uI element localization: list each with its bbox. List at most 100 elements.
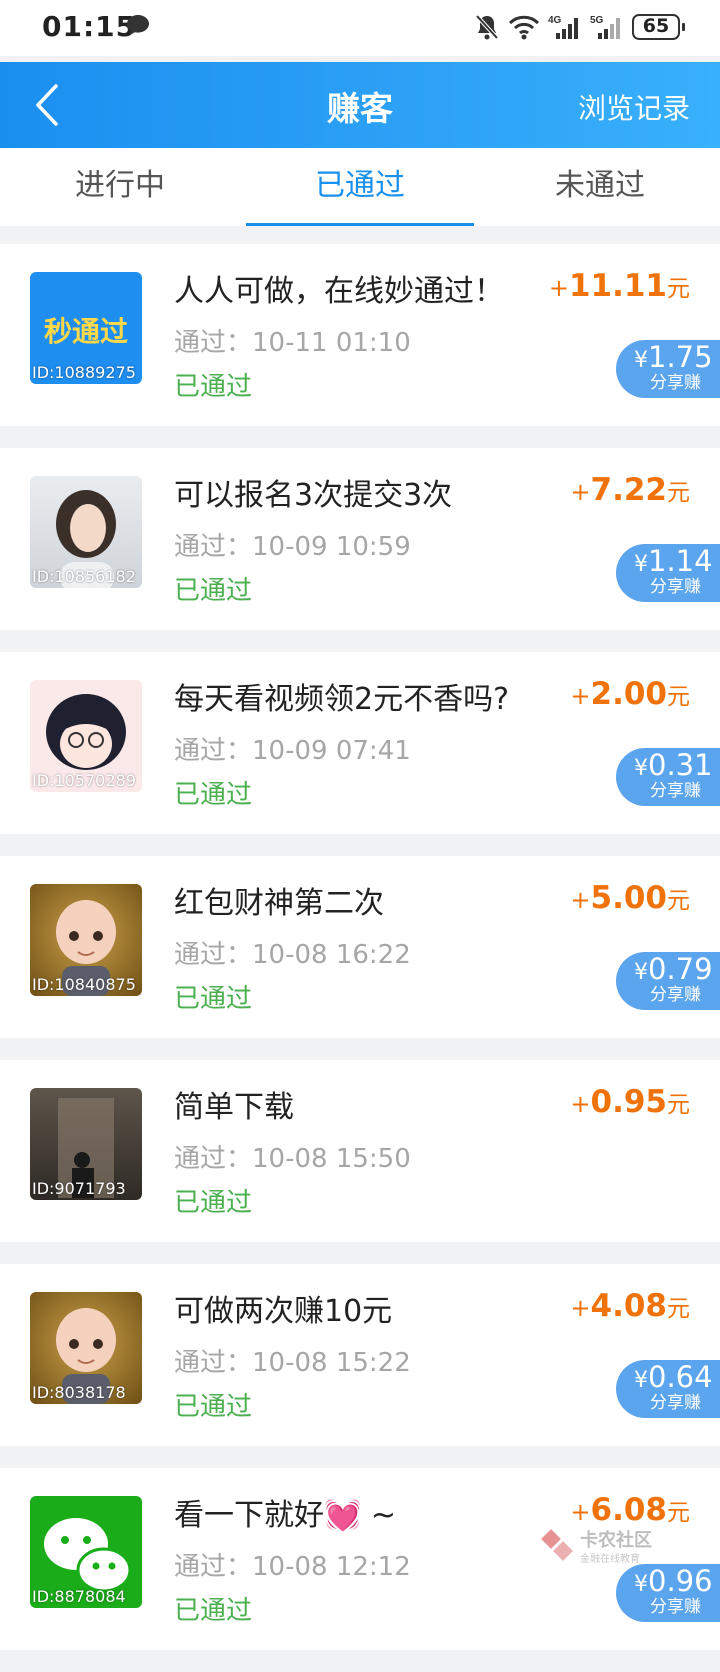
- task-card[interactable]: ID:9071793 简单下载 通过：10-08 15:50 已通过 +0.95…: [0, 1060, 720, 1242]
- task-thumbnail: ID:10570289: [30, 680, 142, 792]
- currency-symbol: ¥: [634, 1368, 648, 1393]
- share-earn-button[interactable]: ¥0.64 分享赚: [616, 1360, 720, 1418]
- signal-5g-icon: 5G: [590, 15, 620, 39]
- share-earn-button[interactable]: ¥1.14 分享赚: [616, 544, 720, 602]
- share-amount: 1.14: [648, 544, 713, 578]
- task-status: 已通过: [174, 1596, 253, 1626]
- task-thumbnail: ID:8878084: [30, 1496, 142, 1608]
- watermark-name: 卡农社区: [580, 1530, 652, 1551]
- watermark-sub: 金融在线教育: [580, 1554, 640, 1565]
- reward-unit: 元: [667, 1296, 690, 1322]
- task-title: 简单下载: [174, 1090, 294, 1125]
- task-card[interactable]: ID:10840875 红包财神第二次 通过：10-08 16:22 已通过 +…: [0, 856, 720, 1038]
- task-approved-time: 通过：10-09 10:59: [174, 532, 411, 562]
- task-id: ID:8878084: [32, 1587, 126, 1606]
- currency-symbol: ¥: [634, 552, 648, 577]
- currency-symbol: ¥: [634, 960, 648, 985]
- task-thumbnail: ID:8038178: [30, 1292, 142, 1404]
- task-approved-time: 通过：10-08 16:22: [174, 940, 411, 970]
- reward-plus: +: [570, 682, 591, 710]
- share-label: 分享赚: [650, 577, 701, 597]
- task-title: 可做两次赚10元: [174, 1294, 393, 1329]
- reward-amount: 6.08: [590, 1492, 668, 1528]
- task-reward: +4.08元: [570, 1288, 690, 1324]
- thumb-text: 秒通过: [43, 315, 128, 348]
- reward-unit: 元: [667, 1092, 690, 1118]
- task-id: ID:10889275: [32, 363, 136, 382]
- reward-amount: 4.08: [590, 1288, 668, 1324]
- task-approved-time: 通过：10-08 15:50: [174, 1144, 411, 1174]
- share-label: 分享赚: [650, 985, 701, 1005]
- task-thumbnail: ID:10840875: [30, 884, 142, 996]
- task-approved-time: 通过：10-09 07:41: [174, 736, 411, 766]
- chat-bubble-icon: [127, 15, 149, 35]
- reward-plus: +: [570, 478, 591, 506]
- task-id: ID:10856182: [32, 567, 136, 586]
- share-amount: 0.79: [648, 952, 713, 986]
- task-approved-time: 通过：10-11 01:10: [174, 328, 411, 358]
- task-title: 看一下就好💓 ~: [174, 1498, 397, 1533]
- task-reward: +5.00元: [570, 880, 690, 916]
- task-list: 秒通过 ID:10889275 人人可做，在线妙通过！ 通过：10-11 01:…: [0, 244, 720, 1672]
- share-amount: 0.31: [648, 748, 713, 782]
- tab-bar: 进行中 已通过 未通过: [0, 148, 720, 226]
- net-label-4g: 4G: [548, 15, 562, 26]
- share-earn-button[interactable]: ¥1.75 分享赚: [616, 340, 720, 398]
- task-approved-time: 通过：10-08 15:22: [174, 1348, 411, 1378]
- task-id: ID:9071793: [32, 1179, 126, 1198]
- share-earn-button[interactable]: ¥0.79 分享赚: [616, 952, 720, 1010]
- task-title: 人人可做，在线妙通过！: [174, 274, 504, 309]
- reward-unit: 元: [667, 888, 690, 914]
- task-approved-time: 通过：10-08 12:12: [174, 1552, 411, 1582]
- reward-unit: 元: [667, 1500, 690, 1526]
- task-id: ID:10570289: [32, 771, 136, 790]
- task-card[interactable]: ID:10856182 可以报名3次提交3次 通过：10-09 10:59 已通…: [0, 448, 720, 630]
- reward-amount: 5.00: [590, 880, 668, 916]
- reward-amount: 0.95: [590, 1084, 668, 1120]
- share-label: 分享赚: [650, 1597, 701, 1617]
- task-title: 红包财神第二次: [174, 886, 384, 921]
- reward-amount: 7.22: [590, 472, 668, 508]
- watermark: 卡农社区 金融在线教育: [540, 1524, 680, 1568]
- share-earn-button[interactable]: ¥0.96 分享赚: [616, 1564, 720, 1622]
- task-status: 已通过: [174, 576, 253, 606]
- task-reward: +11.11元: [549, 268, 690, 304]
- reward-plus: +: [548, 274, 569, 302]
- task-reward: +2.00元: [570, 676, 690, 712]
- task-id: ID:10840875: [32, 975, 136, 994]
- share-amount: 0.96: [648, 1564, 713, 1598]
- task-thumbnail: 秒通过 ID:10889275: [30, 272, 142, 384]
- tab-rejected[interactable]: 未通过: [480, 148, 720, 226]
- reward-plus: +: [570, 1090, 591, 1118]
- task-thumbnail: ID:9071793: [30, 1088, 142, 1200]
- reward-plus: +: [570, 886, 591, 914]
- task-card[interactable]: ID:10570289 每天看视频领2元不香吗? 通过：10-09 07:41 …: [0, 652, 720, 834]
- share-earn-button[interactable]: ¥0.31 分享赚: [616, 748, 720, 806]
- share-label: 分享赚: [650, 781, 701, 801]
- task-title: 每天看视频领2元不香吗?: [174, 682, 510, 717]
- reward-plus: +: [570, 1294, 591, 1322]
- status-icons: 4G 5G 65: [474, 12, 685, 42]
- currency-symbol: ¥: [634, 1572, 648, 1597]
- signal-4g-icon: 4G: [548, 15, 578, 39]
- nav-bar: 赚客 浏览记录: [0, 62, 720, 148]
- browse-history-button[interactable]: 浏览记录: [578, 87, 690, 127]
- currency-symbol: ¥: [634, 756, 648, 781]
- status-bar: 01:15 4G 5G 65: [0, 0, 720, 56]
- reward-unit: 元: [667, 684, 690, 710]
- kanong-logo-icon: [541, 1529, 573, 1561]
- reward-plus: +: [570, 1498, 591, 1526]
- reward-unit: 元: [667, 276, 690, 302]
- task-status: 已通过: [174, 1188, 253, 1218]
- tab-in-progress[interactable]: 进行中: [0, 148, 240, 226]
- task-reward: +7.22元: [570, 472, 690, 508]
- share-amount: 1.75: [648, 340, 713, 374]
- task-status: 已通过: [174, 372, 253, 402]
- status-time: 01:15: [42, 10, 137, 43]
- reward-amount: 11.11: [568, 268, 667, 304]
- task-reward: +0.95元: [570, 1084, 690, 1120]
- reward-amount: 2.00: [590, 676, 668, 712]
- tab-approved[interactable]: 已通过: [240, 148, 480, 226]
- task-card[interactable]: 秒通过 ID:10889275 人人可做，在线妙通过！ 通过：10-11 01:…: [0, 244, 720, 426]
- task-card[interactable]: ID:8038178 可做两次赚10元 通过：10-08 15:22 已通过 +…: [0, 1264, 720, 1446]
